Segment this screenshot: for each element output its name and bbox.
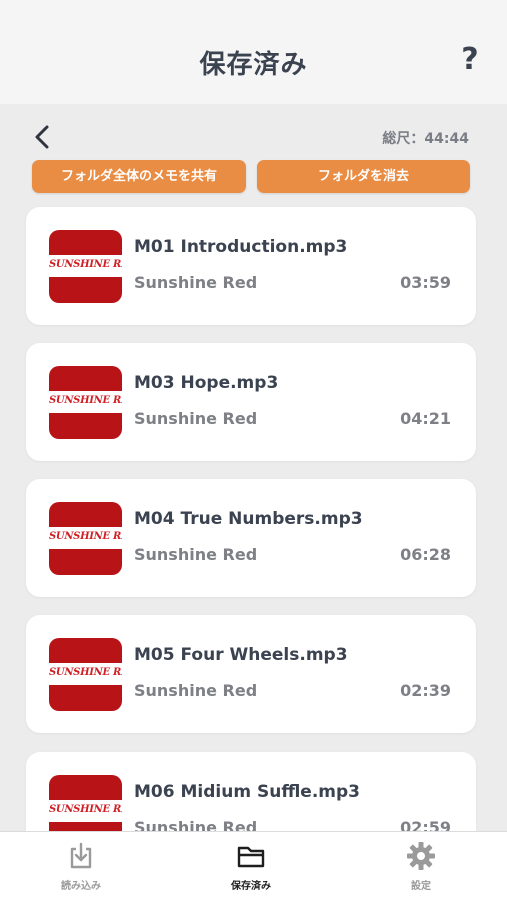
folder-icon xyxy=(237,846,265,868)
tab-saved-label: 保存済み xyxy=(231,881,271,892)
back-button[interactable] xyxy=(32,124,54,150)
tab-settings-label: 設定 xyxy=(411,881,431,892)
saved-screen: 保存済み ? 総尺：44:44 フォルダ全体のメモを共有 フォルダを消去 SUN… xyxy=(0,0,507,900)
album-art: SUNSHINE RED xyxy=(49,775,122,831)
tab-bar: 読み込み 保存済み 設定 xyxy=(0,831,507,900)
album-art-logo: SUNSHINE RED xyxy=(49,259,122,270)
track-card[interactable]: SUNSHINE RED M04 True Numbers.mp3 Sunshi… xyxy=(26,479,476,597)
track-title: M01 Introduction.mp3 xyxy=(134,237,348,257)
chevron-left-icon xyxy=(35,125,49,149)
download-tray-icon xyxy=(70,842,92,869)
album-art: SUNSHINE RED xyxy=(49,638,122,711)
track-duration: 03:59 xyxy=(400,273,451,292)
track-artist: Sunshine Red xyxy=(134,818,258,831)
help-button[interactable]: ? xyxy=(455,42,485,78)
track-card[interactable]: SUNSHINE RED M03 Hope.mp3 Sunshine Red 0… xyxy=(26,343,476,461)
track-duration: 02:39 xyxy=(400,681,451,700)
track-title: M06 Midium Suffle.mp3 xyxy=(134,782,360,802)
track-title: M05 Four Wheels.mp3 xyxy=(134,645,348,665)
share-folder-memo-button[interactable]: フォルダ全体のメモを共有 xyxy=(32,160,246,193)
track-title: M04 True Numbers.mp3 xyxy=(134,509,363,529)
album-art-logo: SUNSHINE RED xyxy=(49,804,122,815)
album-art: SUNSHINE RED xyxy=(49,502,122,575)
track-duration: 06:28 xyxy=(400,545,451,564)
track-artist: Sunshine Red xyxy=(134,545,258,564)
tab-import[interactable]: 読み込み xyxy=(21,840,141,896)
album-art-logo: SUNSHINE RED xyxy=(49,667,122,678)
delete-folder-button[interactable]: フォルダを消去 xyxy=(257,160,470,193)
track-list[interactable]: SUNSHINE RED M01 Introduction.mp3 Sunshi… xyxy=(0,205,507,831)
track-card[interactable]: SUNSHINE RED M06 Midium Suffle.mp3 Sunsh… xyxy=(26,752,476,831)
tab-settings[interactable]: 設定 xyxy=(361,840,481,896)
gear-icon xyxy=(407,842,435,870)
track-card[interactable]: SUNSHINE RED M05 Four Wheels.mp3 Sunshin… xyxy=(26,615,476,733)
track-title: M03 Hope.mp3 xyxy=(134,373,279,393)
album-art-logo: SUNSHINE RED xyxy=(49,395,122,406)
track-artist: Sunshine Red xyxy=(134,273,258,292)
album-art-logo: SUNSHINE RED xyxy=(49,531,122,542)
header: 保存済み ? xyxy=(0,0,507,104)
page-title: 保存済み xyxy=(199,50,308,80)
total-length: 総尺：44:44 xyxy=(382,131,469,147)
track-artist: Sunshine Red xyxy=(134,681,258,700)
track-duration: 02:59 xyxy=(400,818,451,831)
track-duration: 04:21 xyxy=(400,409,451,428)
track-artist: Sunshine Red xyxy=(134,409,258,428)
album-art: SUNSHINE RED xyxy=(49,230,122,303)
track-card[interactable]: SUNSHINE RED M01 Introduction.mp3 Sunshi… xyxy=(26,207,476,325)
tab-import-label: 読み込み xyxy=(61,881,101,892)
tab-saved[interactable]: 保存済み xyxy=(191,840,311,896)
album-art: SUNSHINE RED xyxy=(49,366,122,439)
